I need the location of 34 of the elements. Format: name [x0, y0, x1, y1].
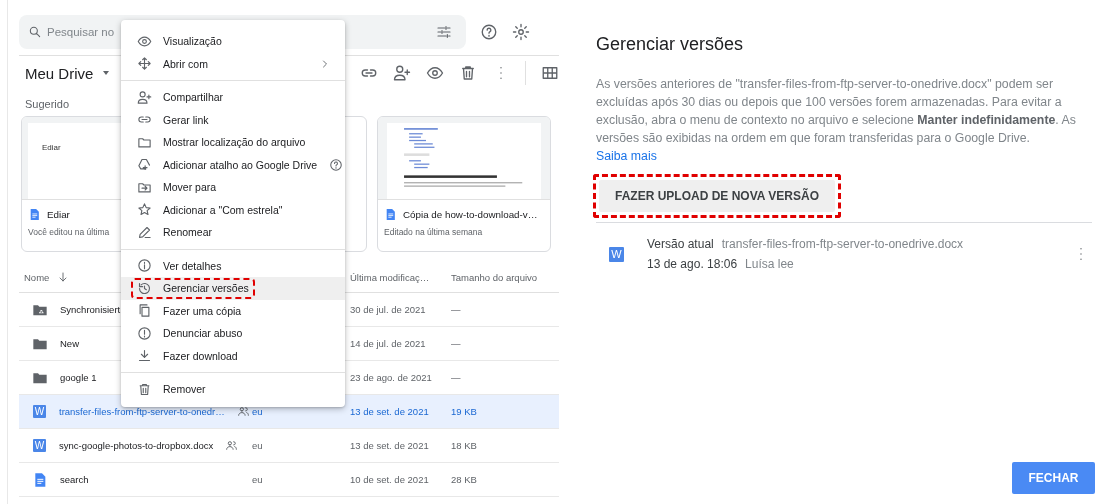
owner-cell: eu — [252, 406, 263, 417]
modified-cell: 23 de ago. de 2021 — [350, 372, 432, 383]
size-cell: 28 KB — [451, 474, 477, 485]
owner-cell: eu — [252, 440, 263, 451]
size-cell: — — [451, 372, 461, 383]
file-name: transfer-files-from-ftp-server-to-onedr… — [59, 406, 225, 417]
word-file-icon: W — [33, 405, 46, 418]
modified-cell: 13 de set. de 2021 — [350, 406, 429, 417]
file-name: Synchronisiert — [60, 304, 121, 315]
file-name: Cópia de how-to-download-v… — [403, 209, 538, 220]
word-file-icon: W — [609, 246, 624, 262]
file-activity: Editado na última semana — [384, 227, 483, 237]
modified-cell: 10 de set. de 2021 — [350, 474, 429, 485]
modified-cell: 30 de jul. de 2021 — [350, 304, 426, 315]
file-name: google 1 — [60, 372, 97, 383]
word-file-icon: W — [33, 439, 46, 452]
version-author: Luísa lee — [745, 257, 794, 271]
file-name: Ediar — [47, 209, 70, 220]
modified-cell: 14 de jul. de 2021 — [350, 338, 426, 349]
description-text: As versões anteriores de "transfer-files-from-ftp-server-to-onedrive.docx" podem ser excluídas após 30 dias ou depois que 100 versões forem armazenadas. Para evitar a exclusão, abra o menu de contexto no arquivo e selecione Manter indefinidamente. As versões são exibidas na ordem em que foram transferidas para o Google Drive. — [596, 76, 1077, 147]
version-date: 13 de ago. 18:06 — [647, 257, 738, 271]
file-name: New — [60, 338, 79, 349]
dialog-title: Gerenciar versões — [596, 34, 744, 55]
owner-cell: eu — [252, 474, 263, 485]
version-file-name: transfer-files-from-ftp-server-to-onedrive.docx — [721, 237, 964, 251]
size-cell: — — [451, 304, 461, 315]
modified-cell: 13 de set. de 2021 — [350, 440, 429, 451]
size-cell: 19 KB — [451, 406, 477, 417]
size-cell: — — [451, 338, 461, 349]
file-name: sync-google-photos-to-dropbox.docx — [59, 440, 214, 451]
size-cell: 18 KB — [451, 440, 477, 451]
file-name: search — [60, 474, 89, 485]
file-activity: Você editou na última — [28, 227, 110, 237]
version-label: Versão atual — [647, 237, 714, 251]
